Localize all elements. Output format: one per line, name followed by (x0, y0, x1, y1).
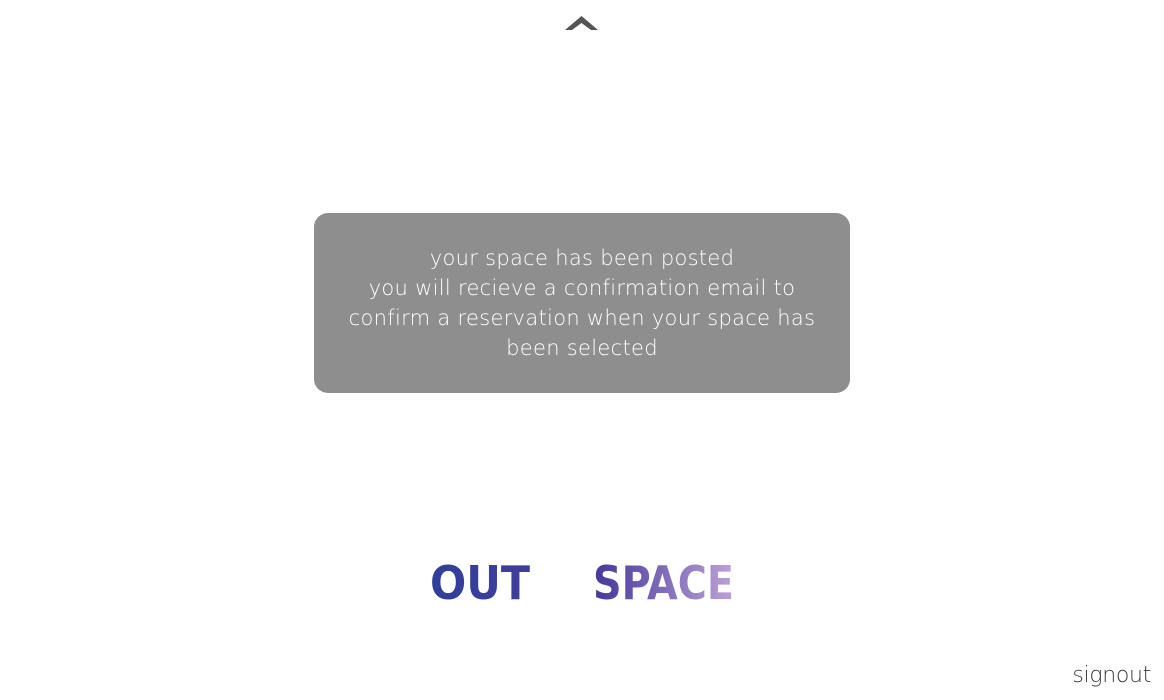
outspace-logo: OUT SPACE (430, 556, 740, 610)
signout-link[interactable]: signout (1072, 662, 1151, 690)
confirmation-message-box: your space has been posted you will reci… (314, 213, 850, 393)
logo-word-out: OUT (430, 556, 531, 606)
logo-word-space: SPACE (593, 556, 734, 606)
logo-wordmark: OUT SPACE (430, 556, 734, 610)
message-line: you will recieve a confirmation email to (368, 276, 796, 300)
message-line: been selected (506, 336, 658, 360)
chevron-up-icon[interactable] (565, 15, 598, 31)
message-line: confirm a reservation when your space ha… (348, 306, 816, 330)
message-line: your space has been posted (429, 246, 735, 270)
